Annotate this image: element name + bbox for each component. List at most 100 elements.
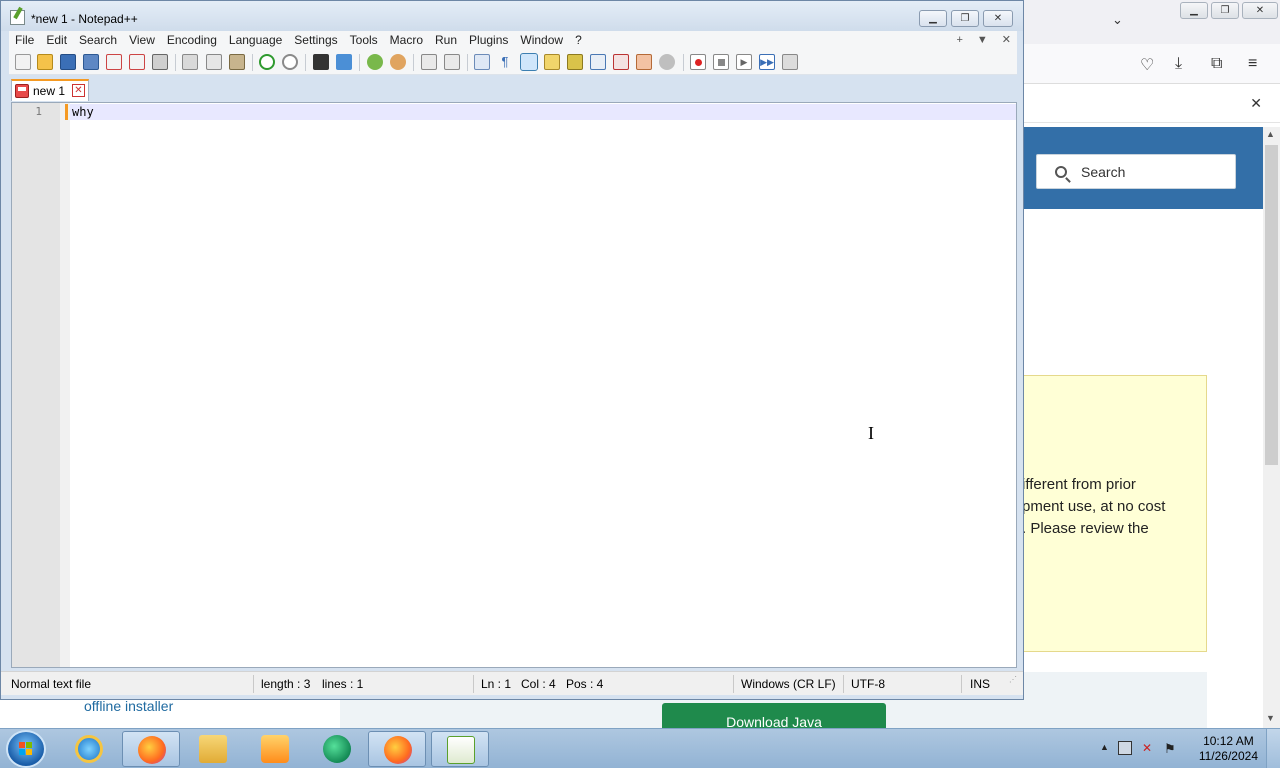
offline-installer-link[interactable]: offline installer — [84, 698, 173, 714]
user-language-icon[interactable] — [544, 54, 560, 70]
save-macro-icon[interactable] — [782, 54, 798, 70]
clock[interactable]: 10:12 AM 11/26/2024 — [1199, 734, 1258, 764]
scrollbar-thumb[interactable] — [1265, 145, 1278, 465]
new-file-icon[interactable] — [15, 54, 31, 70]
save-icon[interactable] — [60, 54, 76, 70]
menu-search[interactable]: Search — [73, 31, 123, 50]
save-all-icon[interactable] — [83, 54, 99, 70]
indent-guide-icon[interactable] — [520, 53, 538, 71]
maximize-button[interactable]: ❐ — [951, 10, 979, 27]
sync-horizontal-icon[interactable] — [444, 54, 460, 70]
menu-edit[interactable]: Edit — [40, 31, 73, 50]
show-hidden-icons-icon[interactable]: ▲ — [1100, 742, 1114, 756]
download-java-button[interactable]: Download Java — [662, 703, 886, 728]
close-file-icon[interactable] — [106, 54, 122, 70]
tab-new-1[interactable]: new 1 ✕ — [11, 79, 89, 101]
doc-list-icon[interactable] — [590, 54, 606, 70]
open-file-icon[interactable] — [37, 54, 53, 70]
text-editor[interactable]: 1 why I — [11, 102, 1017, 668]
status-pos: Pos : 4 — [566, 677, 604, 691]
browser-restore-button[interactable]: ❐ — [1211, 2, 1239, 19]
run-macro-multiple-icon[interactable]: ▶▶ — [759, 54, 775, 70]
extensions-icon[interactable]: ⧉ — [1211, 55, 1222, 73]
function-list-icon[interactable] — [613, 54, 629, 70]
find-icon[interactable] — [313, 54, 329, 70]
show-all-chars-icon[interactable]: ¶ — [497, 54, 513, 70]
menu-settings[interactable]: Settings — [288, 31, 343, 50]
undo-icon[interactable] — [259, 54, 275, 70]
action-center-flag-icon[interactable]: ⚑ — [1164, 741, 1178, 756]
redo-icon[interactable] — [282, 54, 298, 70]
menu-macro[interactable]: Macro — [384, 31, 429, 50]
network-icon[interactable] — [1118, 741, 1132, 755]
show-desktop-button[interactable] — [1266, 729, 1280, 768]
menu-icon[interactable]: ≡ — [1248, 55, 1257, 73]
menu-run[interactable]: Run — [429, 31, 463, 50]
folder-workspace-icon[interactable] — [636, 54, 652, 70]
menu-window[interactable]: Window — [514, 31, 569, 50]
taskbar-media-player[interactable] — [246, 731, 304, 767]
menu-encoding[interactable]: Encoding — [161, 31, 223, 50]
taskbar-notepad-plus-plus[interactable] — [431, 731, 489, 767]
taskbar-file-explorer[interactable] — [184, 731, 242, 767]
minimize-button[interactable]: ▁ — [919, 10, 947, 27]
stop-macro-icon[interactable] — [713, 54, 729, 70]
pocket-icon[interactable]: ♡ — [1140, 55, 1154, 75]
menu-tools[interactable]: Tools — [344, 31, 384, 50]
scroll-down-icon[interactable]: ▼ — [1266, 713, 1275, 723]
tab-list-icon[interactable]: ▼ — [977, 31, 988, 50]
word-wrap-icon[interactable] — [474, 54, 490, 70]
green-app-icon — [323, 735, 351, 763]
title-bar[interactable]: *new 1 - Notepad++ ▁ ❐ ✕ — [1, 1, 1023, 31]
new-tab-icon[interactable]: + — [956, 31, 962, 50]
browser-close-button[interactable]: ✕ — [1242, 2, 1278, 19]
close-all-icon[interactable] — [129, 54, 145, 70]
record-macro-icon[interactable] — [690, 54, 706, 70]
toolbar-separator — [305, 54, 306, 71]
window-title: *new 1 - Notepad++ — [31, 12, 138, 26]
toolbar-separator — [467, 54, 468, 71]
notification-close-icon[interactable]: ✕ — [1250, 95, 1262, 112]
scroll-up-icon[interactable]: ▲ — [1266, 129, 1275, 139]
status-encoding[interactable]: UTF-8 — [851, 677, 885, 691]
browser-scrollbar[interactable]: ▲ ▼ — [1263, 127, 1280, 728]
site-search-input[interactable]: Search — [1036, 154, 1236, 189]
toolbar-separator — [252, 54, 253, 71]
menu-bar: File Edit Search View Encoding Language … — [9, 31, 1017, 50]
sync-vertical-icon[interactable] — [421, 54, 437, 70]
menu-plugins[interactable]: Plugins — [463, 31, 514, 50]
taskbar-firefox-2[interactable] — [368, 731, 426, 767]
toolbar-separator — [413, 54, 414, 71]
close-button[interactable]: ✕ — [983, 10, 1013, 27]
copy-icon[interactable] — [206, 54, 222, 70]
monitoring-icon[interactable] — [659, 54, 675, 70]
resize-grip-icon[interactable]: ⋰ — [1009, 676, 1019, 690]
downloads-icon[interactable]: ⤓ — [1175, 55, 1182, 73]
media-player-icon — [261, 735, 289, 763]
doc-map-icon[interactable] — [567, 54, 583, 70]
taskbar-internet-explorer[interactable] — [60, 731, 118, 767]
start-button[interactable] — [6, 730, 46, 768]
volume-muted-icon[interactable]: ✕ — [1142, 741, 1156, 755]
status-insert-mode[interactable]: INS — [970, 677, 990, 691]
line-text[interactable]: why — [72, 105, 94, 119]
taskbar-firefox[interactable] — [122, 731, 180, 767]
status-eol[interactable]: Windows (CR LF) — [741, 677, 836, 691]
taskbar-green-app[interactable] — [308, 731, 366, 767]
print-icon[interactable] — [152, 54, 168, 70]
cut-icon[interactable] — [182, 54, 198, 70]
firefox-icon — [138, 736, 166, 764]
browser-minimize-button[interactable]: ▁ — [1180, 2, 1208, 19]
tab-close-icon[interactable]: ✕ — [72, 84, 85, 97]
menu-view[interactable]: View — [123, 31, 161, 50]
paste-icon[interactable] — [229, 54, 245, 70]
zoom-out-icon[interactable] — [390, 54, 406, 70]
menu-help[interactable]: ? — [569, 31, 588, 50]
menu-language[interactable]: Language — [223, 31, 288, 50]
menu-file[interactable]: File — [9, 31, 40, 50]
replace-icon[interactable] — [336, 54, 352, 70]
play-macro-icon[interactable]: ▶ — [736, 54, 752, 70]
list-all-tabs-icon[interactable]: ⌄ — [1112, 12, 1123, 28]
zoom-in-icon[interactable] — [367, 54, 383, 70]
close-doc-icon[interactable]: ✕ — [1002, 31, 1011, 50]
